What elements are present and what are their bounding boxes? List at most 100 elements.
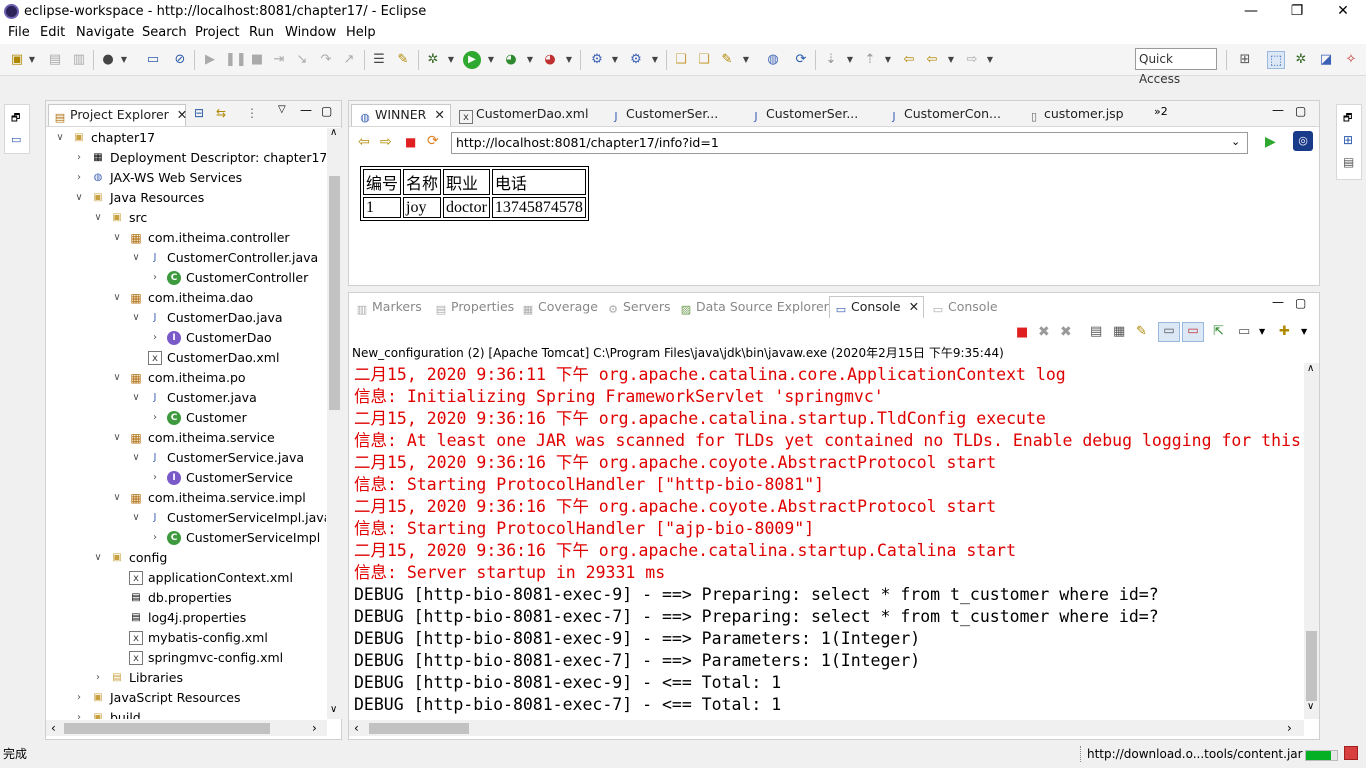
restore-icon[interactable]: 🗗: [1343, 111, 1352, 128]
open-task-icon[interactable]: ❑: [695, 51, 713, 69]
scroll-left-icon[interactable]: ‹: [51, 721, 56, 735]
debug-perspective-icon[interactable]: ✲: [1292, 51, 1310, 69]
scroll-right-icon[interactable]: ›: [312, 721, 317, 735]
forward-icon[interactable]: ⇨: [380, 134, 392, 150]
scroll-thumb[interactable]: [64, 723, 270, 734]
new-java-icon[interactable]: ⚙: [627, 51, 645, 69]
scroll-thumb[interactable]: [1306, 631, 1317, 701]
tree-twisty-icon[interactable]: ›: [73, 688, 85, 708]
tree-twisty-icon[interactable]: ∨: [130, 508, 142, 528]
external-tools-icon[interactable]: ◕: [541, 51, 559, 69]
tab-project-explorer[interactable]: ▤ Project Explorer ✕: [48, 104, 187, 126]
display-console-icon[interactable]: ▭: [1238, 324, 1250, 339]
show-stderr-icon[interactable]: ▭: [1182, 322, 1204, 342]
minimize-view-icon[interactable]: —: [1272, 103, 1284, 117]
tab-properties[interactable]: ▤ Properties: [434, 297, 514, 319]
remove-launch-icon[interactable]: ✖: [1038, 324, 1050, 340]
tree-twisty-icon[interactable]: ∨: [130, 308, 142, 328]
menu-edit[interactable]: Edit: [40, 25, 65, 40]
remove-all-icon[interactable]: ✖: [1060, 324, 1072, 340]
tab-customerdao-xml[interactable]: x CustomerDao.xml: [459, 104, 588, 126]
prev-annotation-icon[interactable]: ⇡: [861, 51, 879, 69]
suspend-icon[interactable]: ❚❚: [225, 51, 247, 69]
view-menu-icon[interactable]: ▽: [278, 104, 286, 115]
java-perspective-icon[interactable]: ◪: [1317, 51, 1335, 69]
tab-customer-jsp[interactable]: ▯ customer.jsp: [1027, 104, 1124, 126]
next-annotation-icon[interactable]: ⇣: [822, 51, 840, 69]
tree-twisty-icon[interactable]: ›: [73, 148, 85, 168]
tab-console[interactable]: ▭ Console ✕: [829, 296, 925, 318]
menu-help[interactable]: Help: [346, 25, 376, 40]
tree-twisty-icon[interactable]: ∨: [130, 248, 142, 268]
go-icon[interactable]: ▶: [1265, 134, 1276, 150]
tree-twisty-icon[interactable]: ∨: [111, 428, 123, 448]
terminate-icon[interactable]: ■: [1016, 325, 1028, 340]
dropdown-icon[interactable]: ▼: [525, 51, 535, 69]
word-wrap-icon[interactable]: ✎: [1136, 324, 1147, 339]
save-icon[interactable]: ▤: [46, 51, 64, 69]
menu-search[interactable]: Search: [142, 25, 187, 40]
tab-overflow[interactable]: »2: [1154, 105, 1168, 118]
tree-twisty-icon[interactable]: ›: [73, 708, 85, 719]
scroll-left-icon[interactable]: ‹: [354, 721, 359, 735]
tree-twisty-icon[interactable]: ›: [149, 528, 161, 548]
maximize-view-icon[interactable]: ▢: [1295, 296, 1306, 310]
outline-icon[interactable]: ⊞: [1343, 133, 1353, 147]
dropdown-icon[interactable]: ▼: [119, 51, 129, 69]
tree-horizontal-scrollbar[interactable]: ‹ ›: [46, 720, 327, 736]
stop-icon[interactable]: ■: [405, 135, 416, 149]
tree-twisty-icon[interactable]: ∨: [111, 488, 123, 508]
tab-markers[interactable]: ▥ Markers: [355, 297, 422, 319]
menu-file[interactable]: File: [8, 25, 30, 40]
terminate-icon[interactable]: ■: [248, 51, 266, 69]
quick-access-field[interactable]: Quick Access: [1135, 48, 1217, 86]
new-icon[interactable]: ▣: [8, 51, 26, 69]
javaee-perspective-icon[interactable]: ⬚: [1267, 51, 1285, 69]
open-console-icon[interactable]: ✚: [1279, 324, 1290, 339]
progress-view-icon[interactable]: [1344, 746, 1358, 760]
tree-twisty-icon[interactable]: ∨: [73, 188, 85, 208]
disconnect-icon[interactable]: ⇥: [270, 51, 288, 69]
menu-project[interactable]: Project: [195, 25, 239, 40]
close-button[interactable]: ✕: [1320, 0, 1366, 24]
close-tab-icon[interactable]: ✕: [177, 107, 187, 122]
step-over-icon[interactable]: ↷: [317, 51, 335, 69]
dropdown-icon[interactable]: ▼: [946, 51, 956, 69]
back-icon[interactable]: ⇦: [358, 134, 370, 150]
task-list-icon[interactable]: ▤: [1343, 155, 1354, 169]
pin-console-icon[interactable]: ⇱: [1213, 324, 1224, 339]
dropdown-icon[interactable]: ▼: [27, 51, 37, 69]
tree-twisty-icon[interactable]: ›: [149, 328, 161, 348]
maximize-button[interactable]: ❐: [1274, 0, 1320, 24]
tab-coverage[interactable]: ▦ Coverage: [521, 297, 598, 319]
tree-twisty-icon[interactable]: ∨: [111, 288, 123, 308]
scroll-down-icon[interactable]: ∨: [330, 704, 337, 715]
open-perspective-icon[interactable]: ⊞: [1236, 51, 1254, 69]
maximize-view-icon[interactable]: ▢: [1295, 104, 1306, 118]
tree-vertical-scrollbar[interactable]: ∧ ∨: [327, 127, 342, 719]
scroll-right-icon[interactable]: ›: [1287, 721, 1292, 735]
tab-customerservice-2[interactable]: J CustomerSer...: [749, 104, 858, 126]
scroll-up-icon[interactable]: ∧: [1307, 363, 1314, 374]
tree-twisty-icon[interactable]: ∨: [130, 388, 142, 408]
globe-icon[interactable]: ◍: [764, 51, 782, 69]
dropdown-icon[interactable]: ▼: [845, 51, 855, 69]
skip-breakpoints-icon[interactable]: ⊘: [171, 51, 189, 69]
dropdown-icon[interactable]: ▼: [610, 51, 620, 69]
tab-customercontroller[interactable]: J CustomerCon...: [887, 104, 1001, 126]
new-server-icon[interactable]: ⚙: [588, 51, 606, 69]
tab-console-2[interactable]: ▭ Console: [931, 297, 998, 319]
scroll-thumb[interactable]: [329, 176, 340, 410]
tree-twisty-icon[interactable]: ∨: [111, 228, 123, 248]
tree-twisty-icon[interactable]: ›: [149, 268, 161, 288]
minimize-view-icon[interactable]: —: [1272, 295, 1284, 309]
save-all-icon[interactable]: ▥: [70, 51, 88, 69]
refresh-icon[interactable]: ⟳: [427, 133, 439, 149]
dropdown-icon[interactable]: ▼: [883, 51, 893, 69]
tab-data-source-explorer[interactable]: ▨ Data Source Explorer: [679, 297, 829, 319]
forward-icon[interactable]: ⇨: [963, 51, 981, 69]
git-perspective-icon[interactable]: ✧: [1342, 51, 1360, 69]
tree-twisty-icon[interactable]: ∨: [92, 548, 104, 568]
chevron-down-icon[interactable]: ▼: [1301, 327, 1307, 336]
menu-window[interactable]: Window: [285, 25, 336, 40]
